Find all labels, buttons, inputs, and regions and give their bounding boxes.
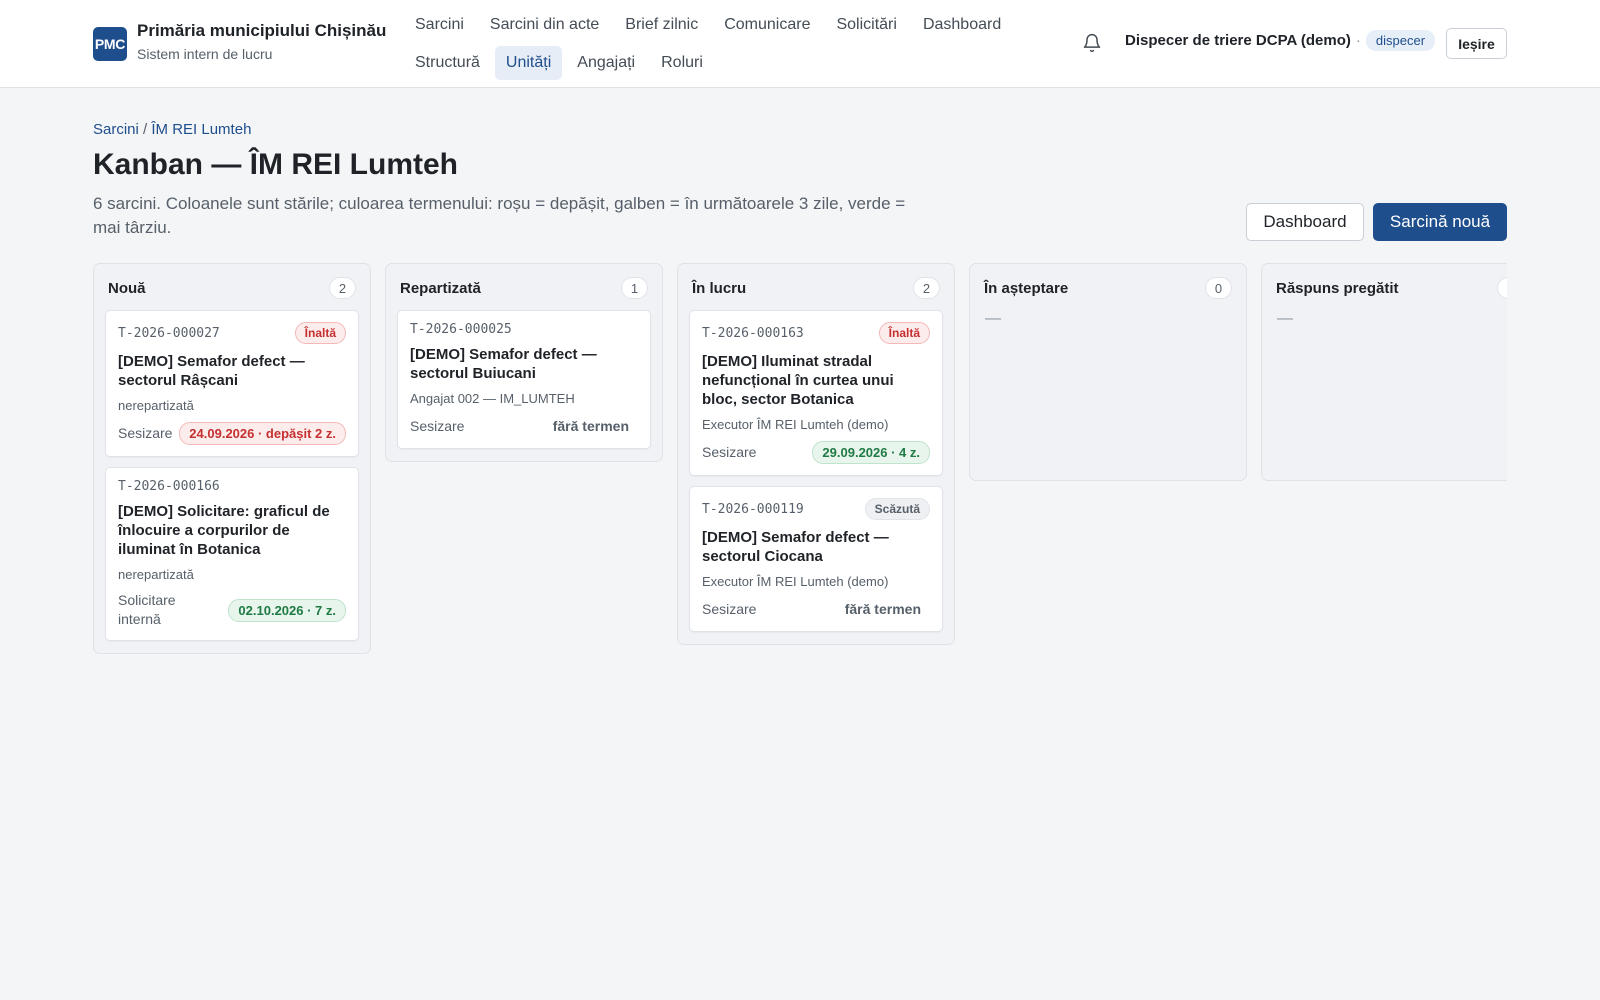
task-type: Sesizare: [118, 425, 173, 441]
task-card[interactable]: T-2026-000163 Înaltă [DEMO] Iluminat strad…: [689, 310, 943, 476]
column-count-badge: 2: [913, 277, 940, 299]
breadcrumb-link-sarcini[interactable]: Sarcini: [93, 121, 139, 138]
nav-item-angajați[interactable]: Angajați: [566, 46, 646, 80]
breadcrumb-current[interactable]: ÎM REI Lumteh: [151, 121, 251, 138]
due-date-badge: fără termen: [844, 601, 921, 617]
due-date-badge: 02.10.2026 · 7 z.: [228, 598, 346, 622]
task-type: Sesizare: [410, 417, 465, 434]
nav-row-primary: Sarcini Sarcini din acte Brief zilnic Comun…: [404, 8, 1044, 42]
breadcrumb: Sarcini / ÎM REI Lumteh: [93, 121, 251, 138]
column-title: Răspuns pregătit: [1276, 279, 1399, 297]
nav-item-sarcini-din-acte[interactable]: Sarcini din acte: [479, 8, 610, 42]
column-count-badge: 2: [329, 277, 356, 299]
nav-item-brief-zilnic[interactable]: Brief zilnic: [614, 8, 709, 42]
nav-row-secondary: Structură Unități Angajați Roluri: [404, 46, 1044, 80]
task-assignee: Executor ÎM REI Lumteh (demo): [702, 417, 889, 432]
kanban-column: În lucru 2 T-2026-000163 Înaltă [DEMO] Ilumi…: [677, 263, 955, 645]
task-card[interactable]: T-2026-000025 [DEMO] Semafor defect — sec…: [397, 310, 651, 449]
brand-logo: PMC: [93, 27, 127, 61]
task-type: Solicitare internă: [118, 592, 176, 627]
dashboard-button[interactable]: Dashboard: [1246, 203, 1364, 241]
column-count-badge: 0: [1205, 277, 1232, 299]
user-role-badge: dispecer: [1365, 30, 1436, 51]
page-title: Kanban — ÎM REI Lumteh: [93, 148, 459, 181]
task-title[interactable]: [DEMO] Iluminat stradal nefuncțional în …: [702, 352, 930, 409]
column-title: Nouă: [108, 279, 146, 297]
column-header: Repartizată 1: [397, 276, 651, 300]
task-title[interactable]: [DEMO] Semafor defect — sectorul Ciocana: [702, 528, 930, 566]
task-type: Sesizare: [702, 600, 757, 617]
kanban-board: Nouă 2 T-2026-000027 Înaltă [DEMO] Semafor d…: [93, 263, 1507, 683]
column-header: Nouă 2: [105, 276, 359, 300]
column-empty-placeholder: —: [985, 310, 1001, 327]
column-empty-placeholder: —: [1277, 310, 1293, 327]
new-task-button[interactable]: Sarcină nouă: [1373, 203, 1507, 241]
brand-subtitle: Sistem intern de lucru: [137, 46, 273, 62]
column-count-badge: 0: [1497, 277, 1507, 299]
due-date-badge: 24.09.2026 · depășit 2 z.: [179, 422, 346, 445]
nav-item-dashboard[interactable]: Dashboard: [912, 8, 1012, 42]
task-id: T-2026-000027: [118, 325, 220, 341]
task-id: T-2026-000025: [410, 322, 512, 337]
nav-item-sarcini[interactable]: Sarcini: [404, 8, 475, 42]
column-title: În așteptare: [984, 279, 1069, 297]
column-count-badge: 1: [621, 277, 648, 299]
task-id: T-2026-000163: [702, 325, 804, 341]
task-assignee: Angajat 002 — IM_LUMTEH: [410, 391, 575, 406]
nav-item-unități[interactable]: Unități: [494, 46, 563, 80]
brand-title: Primăria municipiului Chișinău: [137, 21, 387, 40]
task-type: Sesizare: [702, 444, 757, 460]
task-card[interactable]: T-2026-000166 [DEMO] Solicitare: graficul…: [105, 467, 359, 641]
nav-item-comunicare[interactable]: Comunicare: [713, 8, 821, 42]
page-description: 6 sarcini. Coloanele sunt stările; culoa…: [93, 194, 906, 237]
column-header: În lucru 2: [689, 276, 943, 300]
top-bar: PMC Primăria municipiului Chișinău Siste…: [0, 0, 1600, 88]
task-id: T-2026-000119: [702, 501, 804, 517]
column-header: În așteptare 0: [981, 276, 1235, 300]
priority-badge: Scăzută: [864, 498, 930, 520]
kanban-column: Nouă 2 T-2026-000027 Înaltă [DEMO] Semafor d…: [93, 263, 371, 654]
task-card[interactable]: T-2026-000119 Scăzută [DEMO] Semafor defec…: [689, 486, 943, 632]
column-title: În lucru: [692, 279, 747, 297]
task-title[interactable]: [DEMO] Semafor defect — sectorul Buiucan…: [410, 345, 638, 383]
task-id: T-2026-000166: [118, 479, 220, 494]
breadcrumb-separator: /: [143, 121, 148, 138]
column-title: Repartizată: [400, 279, 481, 297]
brand[interactable]: PMC Primăria municipiului Chișinău Siste…: [93, 18, 386, 62]
logout-button[interactable]: Ieșire: [1446, 28, 1507, 59]
kanban-column: Răspuns pregătit 0 —: [1261, 263, 1507, 481]
task-assignee: nerepartizată: [118, 398, 194, 413]
bell-icon[interactable]: [1082, 32, 1102, 54]
user-name: Dispecer de triere DCPA (demo): [1125, 32, 1351, 49]
nav-item-structură[interactable]: Structură: [404, 46, 491, 80]
user-separator: ·: [1355, 32, 1361, 49]
priority-badge: Înaltă: [878, 322, 930, 344]
task-card[interactable]: T-2026-000027 Înaltă [DEMO] Semafor defect…: [105, 310, 359, 457]
column-header: Răspuns pregătit 0: [1273, 276, 1507, 300]
due-date-badge: fără termen: [552, 418, 629, 434]
kanban-column: În așteptare 0 —: [969, 263, 1247, 481]
user-info: Dispecer de triere DCPA (demo) · dispece…: [1125, 30, 1436, 51]
task-assignee: nerepartizată: [118, 567, 194, 582]
nav-item-roluri[interactable]: Roluri: [650, 46, 714, 80]
task-title[interactable]: [DEMO] Semafor defect — sectorul Râșcani: [118, 352, 346, 390]
kanban-column: Repartizată 1 T-2026-000025 [DEMO] Semafor …: [385, 263, 663, 462]
priority-badge: Înaltă: [294, 322, 346, 344]
due-date-badge: 29.09.2026 · 4 z.: [812, 441, 930, 464]
nav-item-solicitări[interactable]: Solicitări: [825, 8, 907, 42]
main-nav: Sarcini Sarcini din acte Brief zilnic Comun…: [404, 8, 1044, 84]
task-title[interactable]: [DEMO] Solicitare: graficul de înlocuire…: [118, 502, 346, 559]
task-assignee: Executor ÎM REI Lumteh (demo): [702, 574, 889, 589]
